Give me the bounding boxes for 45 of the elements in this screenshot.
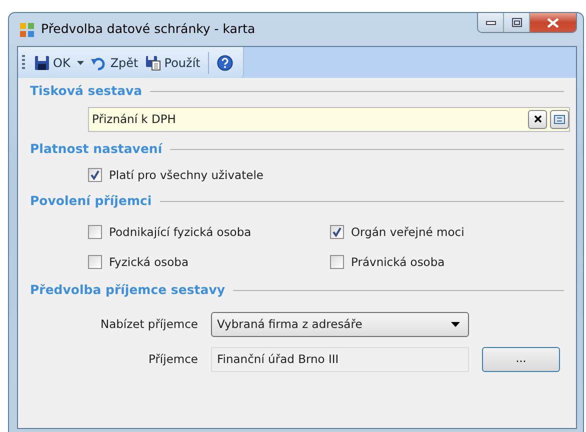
field-label: Příjemce: [147, 350, 198, 368]
close-icon: [547, 18, 559, 28]
checkbox[interactable]: [88, 168, 102, 182]
dropdown-button[interactable]: [75, 60, 86, 66]
section-heading: Platnost nastavení: [30, 140, 162, 158]
checkbox-label: Podnikající fyzická osoba: [109, 224, 252, 240]
caret-icon: [77, 60, 84, 64]
checkbox[interactable]: [330, 225, 344, 240]
checkbox-label: Právnická osoba: [351, 254, 445, 271]
undo-button[interactable]: Zpět: [89, 52, 140, 72]
text-field[interactable]: Finanční úřad Brno III: [211, 346, 469, 372]
close-icon: [534, 115, 542, 124]
maximize-icon: [512, 18, 522, 27]
browse-button[interactable]: ...: [482, 346, 560, 372]
app-icon: [19, 22, 35, 38]
section-heading: Tisková sestava: [30, 82, 142, 100]
maximize-button[interactable]: [504, 13, 530, 32]
checkbox[interactable]: [88, 255, 102, 270]
lookup-field[interactable]: Přiznání k DPH: [88, 106, 570, 132]
help-icon: [217, 54, 234, 70]
checkbox-label: Fyzická osoba: [109, 254, 188, 271]
close-button[interactable]: [530, 13, 576, 32]
section-heading: Povolení příjemci: [30, 192, 152, 210]
help-button[interactable]: [215, 54, 236, 72]
save-document-icon: [145, 54, 162, 70]
browse-button[interactable]: [550, 110, 569, 129]
window-title: Předvolba datové schránky - karta: [41, 20, 256, 38]
list-icon: [554, 114, 565, 124]
toolbar-grip: [22, 54, 25, 70]
checkbox-label: Platí pro všechny uživatele: [109, 166, 264, 184]
clear-button[interactable]: [528, 110, 547, 129]
minimize-button[interactable]: [478, 13, 504, 32]
section-heading: Předvolba příjemce sestavy: [30, 281, 225, 299]
check-icon: [332, 227, 342, 238]
checkbox-label: Orgán veřejné moci: [351, 224, 464, 240]
ok-button[interactable]: OK: [32, 52, 72, 72]
checkbox[interactable]: [330, 255, 344, 270]
checkbox[interactable]: [88, 225, 102, 240]
check-icon: [90, 170, 100, 180]
dropdown-field[interactable]: Vybraná firma z adresáře: [211, 312, 469, 337]
caret-icon: [451, 322, 460, 327]
save-icon: [34, 54, 50, 70]
field-label: Nabízet příjemce: [99, 316, 198, 333]
minimize-icon: [486, 20, 496, 24]
apply-button[interactable]: Použít: [143, 52, 202, 72]
